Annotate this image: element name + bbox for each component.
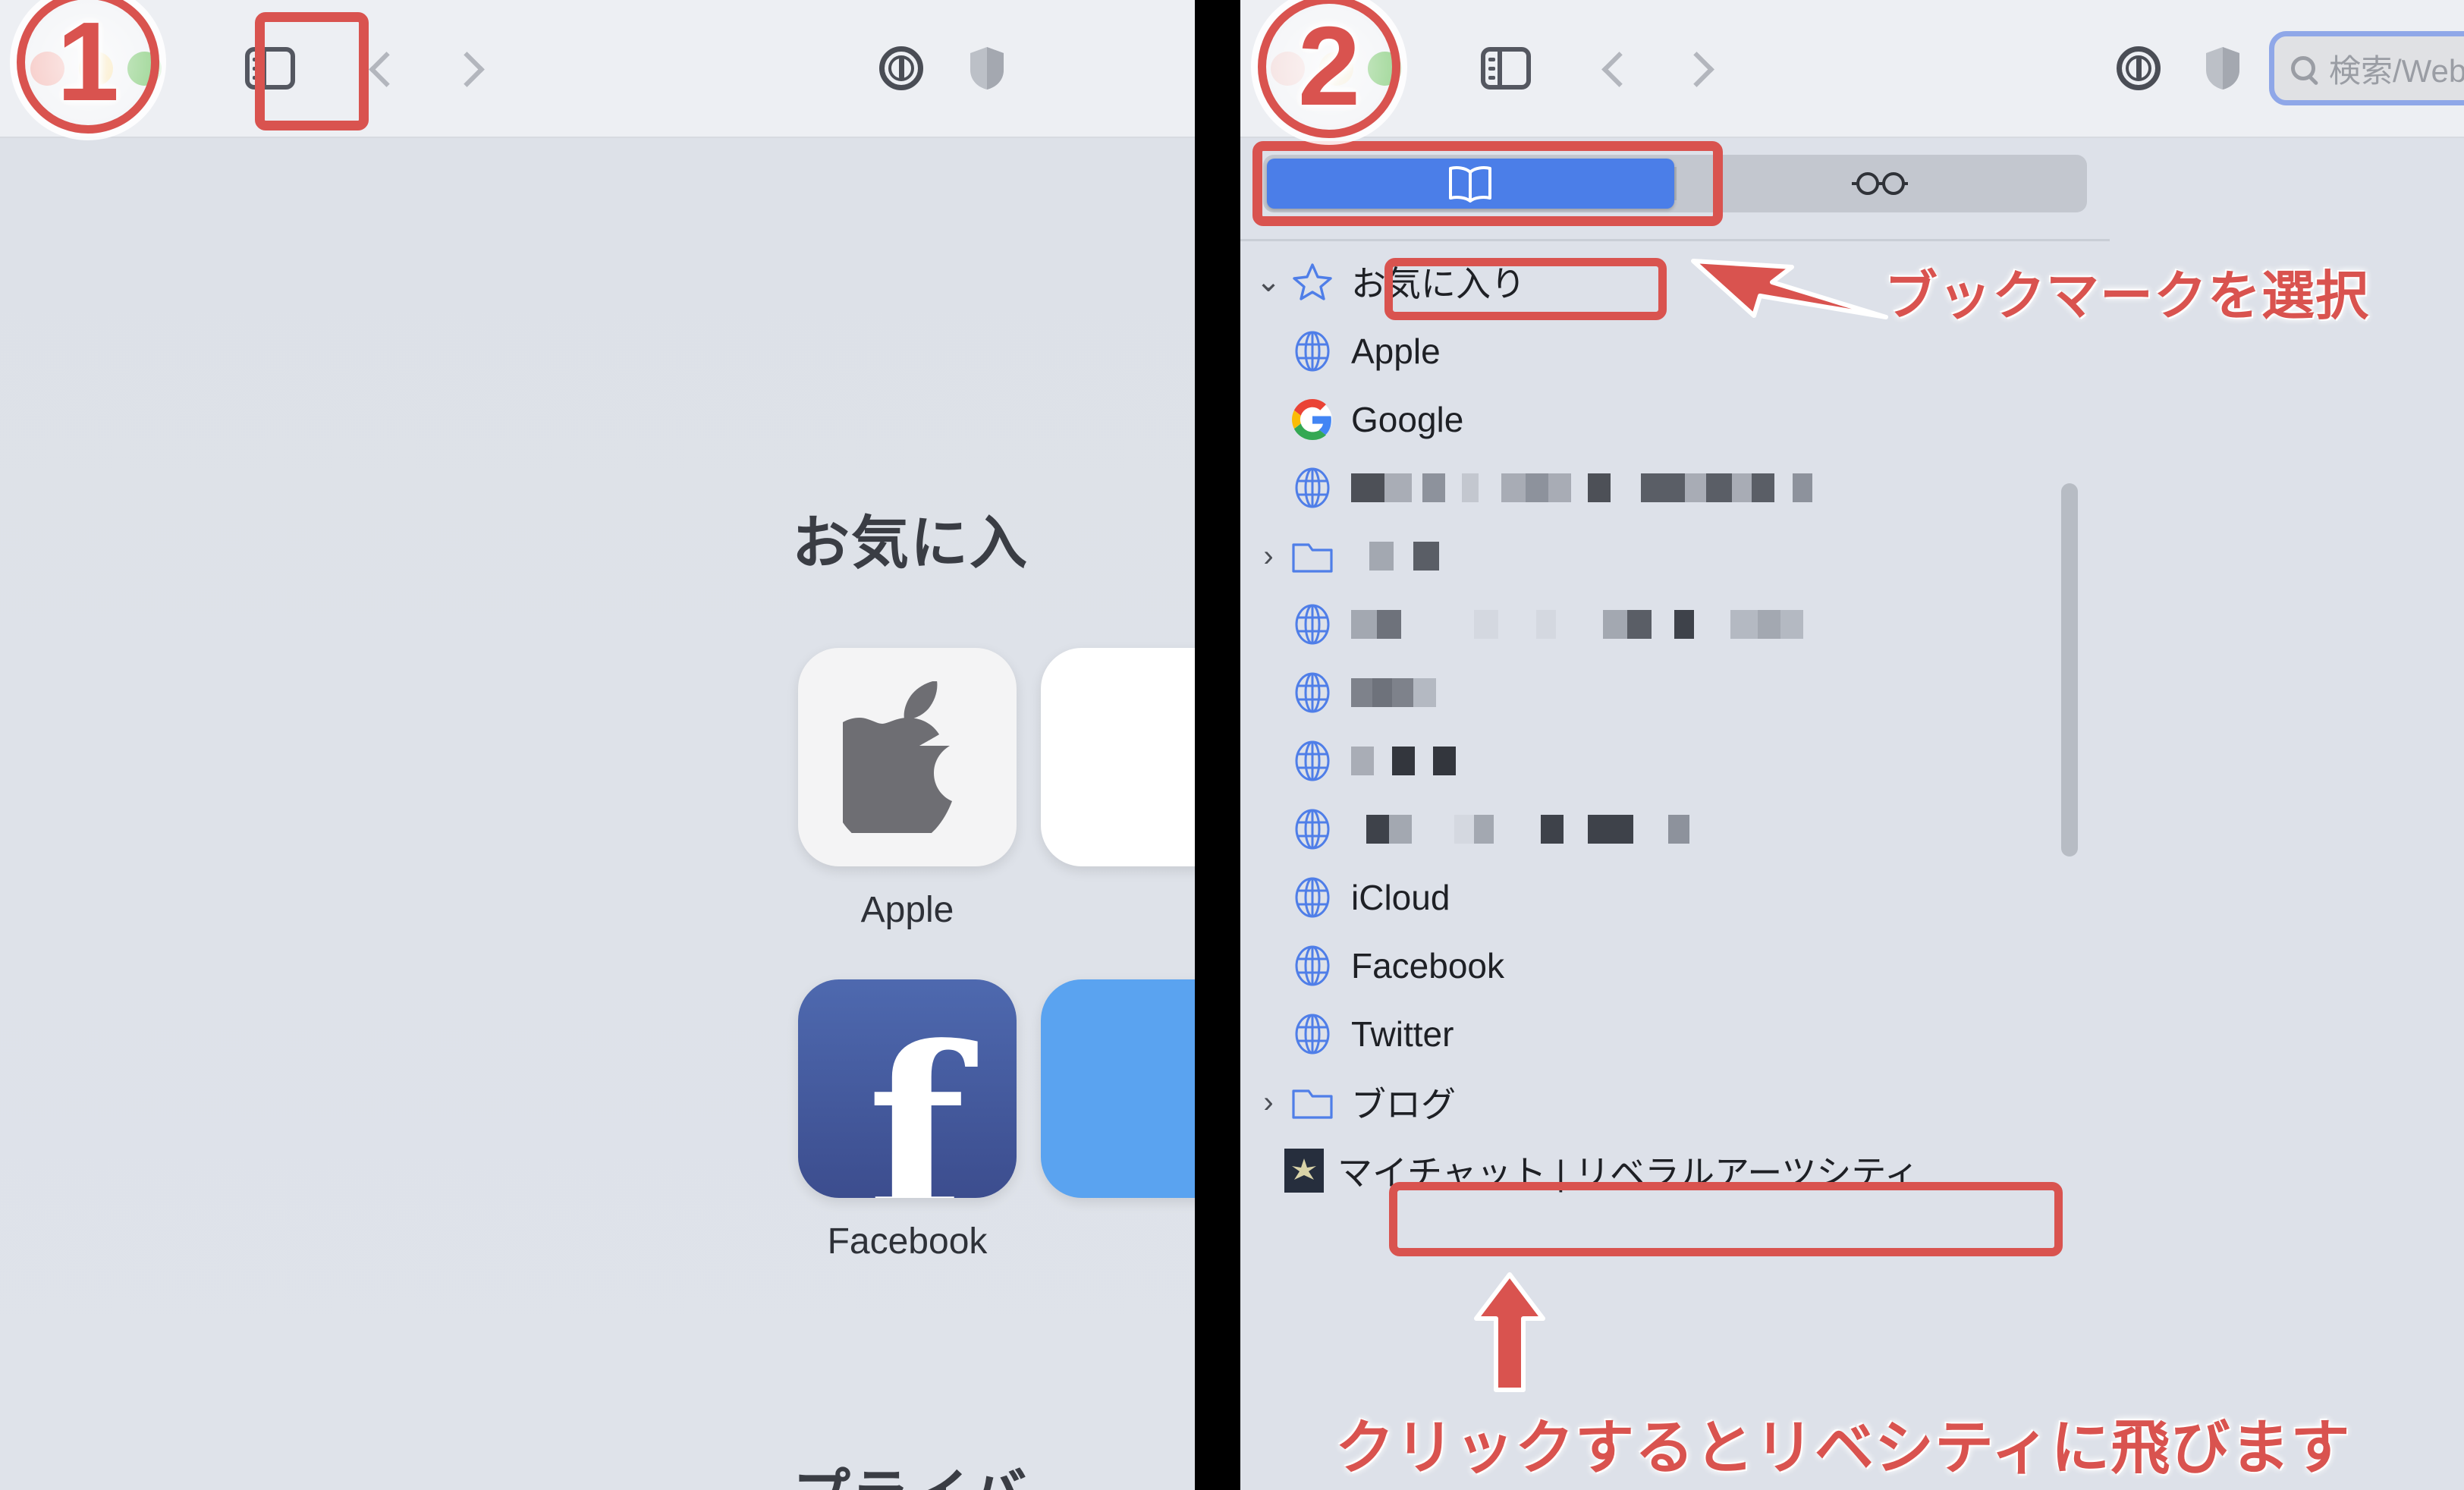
highlight-mychat-bookmark (1389, 1182, 2063, 1256)
bookmark-item-redacted[interactable] (1240, 454, 2110, 522)
chevron-right-icon[interactable]: › (1252, 1087, 1284, 1118)
redacted-label (1351, 542, 1439, 571)
safari-window-left: お気に入 Apple f Facebook (0, 0, 1195, 1490)
bookmark-item-facebook[interactable]: Facebook (1240, 932, 2110, 1000)
search-icon (2291, 56, 2315, 80)
bookmark-item-redacted[interactable] (1240, 590, 2110, 659)
traffic-lights-right[interactable] (1271, 51, 1402, 86)
bookmark-item-label: Twitter (1351, 1014, 1454, 1054)
folder-icon (1284, 538, 1340, 574)
shield-icon (969, 46, 1005, 91)
favorites-heading: お気に入 (792, 511, 1029, 576)
globe-icon (1284, 467, 1340, 508)
bookmark-group-favorites[interactable]: ⌄ お気に入り (1240, 246, 2110, 317)
sidebar-scrollbar[interactable] (2061, 483, 2078, 857)
highlight-bookmarks-tab (1252, 141, 1723, 226)
globe-icon (1284, 945, 1340, 986)
bookmark-folder-redacted[interactable]: › (1240, 522, 2110, 590)
sidebar-region: ⌄ お気に入り Apple Google › iCloud Facebook T… (1240, 138, 2464, 1490)
toolbar-left (0, 0, 1195, 138)
globe-icon (1284, 672, 1340, 713)
onepassword-icon (2117, 46, 2161, 90)
start-page-left: お気に入 Apple f Facebook (0, 138, 1195, 1490)
favorite-tile-partial-top[interactable] (1041, 648, 1195, 866)
back-button[interactable] (1595, 51, 1630, 86)
globe-icon (1284, 1014, 1340, 1055)
glasses-icon (1851, 172, 1908, 195)
highlight-sidebar-toggle (255, 12, 369, 130)
redacted-label (1351, 678, 1436, 707)
redacted-label (1351, 473, 1812, 502)
google-icon (1284, 399, 1340, 440)
bookmark-folder-blog[interactable]: › ブログ (1240, 1068, 2110, 1136)
traffic-lights-left[interactable] (30, 51, 162, 86)
forward-button[interactable] (450, 51, 485, 86)
bookmark-folder-label: ブログ (1351, 1085, 1456, 1124)
globe-icon (1284, 740, 1340, 781)
redacted-label (1351, 610, 1803, 639)
bookmarks-sidebar: ⌄ お気に入り Apple Google › iCloud Facebook T… (1240, 138, 2110, 1490)
globe-icon (1284, 331, 1340, 372)
facebook-logo-icon: f (867, 996, 965, 1199)
redacted-label (1351, 815, 1689, 844)
bookmark-item-label: Apple (1351, 332, 1441, 371)
forward-button[interactable] (1680, 51, 1714, 86)
chevron-left-icon (1595, 51, 1630, 86)
zoom-button[interactable] (1368, 51, 1402, 86)
privacy-report-button[interactable] (969, 46, 1005, 91)
privacy-heading: プライバ (793, 1449, 1028, 1490)
star-icon (1284, 262, 1340, 300)
onepassword-button[interactable] (2117, 46, 2161, 90)
minimize-button[interactable] (1319, 51, 1353, 86)
bookmark-item-icloud[interactable]: iCloud (1240, 863, 2110, 932)
screenshot-root: お気に入 Apple f Facebook 検索/Web ⌄ お気に入り App… (0, 0, 2464, 1490)
tab-reading-list[interactable] (1677, 159, 2084, 209)
zoom-button[interactable] (127, 51, 162, 86)
close-button[interactable] (30, 51, 64, 86)
onepassword-button[interactable] (879, 46, 923, 90)
highlight-favorites-group (1384, 258, 1667, 320)
bookmark-item-apple[interactable]: Apple (1240, 317, 2110, 385)
folder-icon (1284, 1084, 1340, 1121)
bookmark-item-redacted[interactable] (1240, 795, 2110, 863)
bookmark-item-google[interactable]: Google (1240, 385, 2110, 454)
chevron-right-icon (450, 51, 485, 86)
bookmark-item-label: Google (1351, 400, 1464, 439)
onepassword-icon (879, 46, 923, 90)
minimize-button[interactable] (79, 51, 113, 86)
favorite-tile-label: Apple (860, 890, 954, 930)
favorite-tile-facebook[interactable]: f Facebook (798, 979, 1017, 1262)
favorite-tile-partial-bottom[interactable] (1041, 979, 1195, 1198)
facebook-tile-icon: f (798, 979, 1017, 1198)
globe-icon (1284, 809, 1340, 850)
bookmark-item-label: iCloud (1351, 878, 1450, 917)
search-input[interactable]: 検索/Web (2268, 31, 2464, 105)
globe-icon (1284, 604, 1340, 645)
chevron-right-icon (1680, 51, 1714, 86)
favorite-tile-apple[interactable]: Apple (798, 648, 1017, 931)
bookmark-item-redacted[interactable] (1240, 659, 2110, 727)
sidebar-toggle-button[interactable] (1481, 47, 1531, 90)
bookmark-item-label: Facebook (1351, 946, 1505, 985)
redacted-label (1351, 747, 1456, 775)
bookmarks-list: ⌄ お気に入り Apple Google › iCloud Facebook T… (1240, 246, 2110, 1490)
close-button[interactable] (1271, 51, 1305, 86)
favorite-tile-label: Facebook (827, 1221, 988, 1262)
bookmark-item-twitter[interactable]: Twitter (1240, 1000, 2110, 1068)
apple-logo-icon (843, 681, 952, 833)
sidebar-icon (1481, 47, 1531, 90)
toolbar-right: 検索/Web (1240, 0, 2464, 138)
site-favicon-icon (1284, 1149, 1324, 1193)
chevron-down-icon[interactable]: ⌄ (1252, 266, 1284, 297)
privacy-report-button[interactable] (2205, 46, 2241, 91)
apple-tile-icon (798, 648, 1017, 866)
safari-window-right: 検索/Web ⌄ お気に入り Apple Google › iCloud Fac… (1240, 0, 2464, 1490)
globe-icon (1284, 877, 1340, 918)
search-placeholder: 検索/Web (2329, 52, 2464, 89)
shield-icon (2205, 46, 2241, 91)
chevron-right-icon[interactable]: › (1252, 541, 1284, 571)
bookmark-item-redacted[interactable] (1240, 727, 2110, 795)
sidebar-header-divider (1240, 239, 2110, 241)
